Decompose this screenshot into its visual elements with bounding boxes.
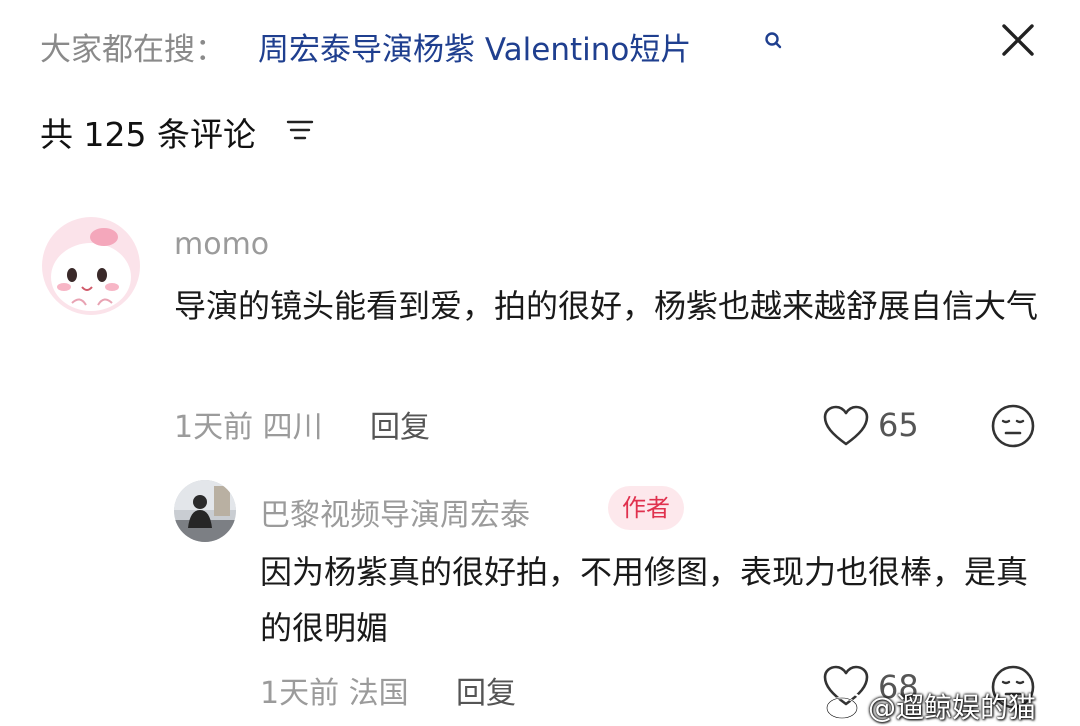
comment-time-location: 1天前 四川 <box>174 410 323 445</box>
sort-filter-icon[interactable] <box>285 117 315 143</box>
watermark: @遛鲸娱的猫 <box>868 691 1037 724</box>
comment-time-location: 1天前 法国 <box>260 676 409 711</box>
heart-icon[interactable] <box>822 404 870 448</box>
search-prefix-label: 大家都在搜： <box>40 32 226 68</box>
author-badge: 作者 <box>608 486 684 530</box>
reply-button[interactable]: 回复 <box>370 402 430 446</box>
like-count: 65 <box>878 406 919 444</box>
comment-text: 因为杨紫真的很好拍，不用修图，表现力也很棒，是真的很明媚 <box>260 553 1029 647</box>
close-icon[interactable] <box>998 20 1038 60</box>
cute-character-avatar-icon <box>42 217 140 315</box>
neutral-face-emoji-icon[interactable] <box>990 403 1036 449</box>
director-photo-avatar-icon <box>174 480 236 542</box>
comment-username[interactable]: momo <box>174 227 269 262</box>
comment-count-label: 共 125 条评论 <box>40 115 256 154</box>
comment-username[interactable]: 巴黎视频导演周宏泰 <box>260 490 530 534</box>
avatar[interactable] <box>42 217 140 315</box>
reply-button[interactable]: 回复 <box>456 668 516 712</box>
trending-search-link[interactable]: 周宏泰导演杨紫 Valentino短片 <box>258 24 691 69</box>
comment-text: 导演的镜头能看到爱，拍的很好，杨紫也越来越舒展自信大气 <box>174 287 1039 325</box>
search-icon[interactable] <box>762 30 784 52</box>
avatar[interactable] <box>174 480 236 542</box>
weibo-logo-icon <box>825 692 862 720</box>
